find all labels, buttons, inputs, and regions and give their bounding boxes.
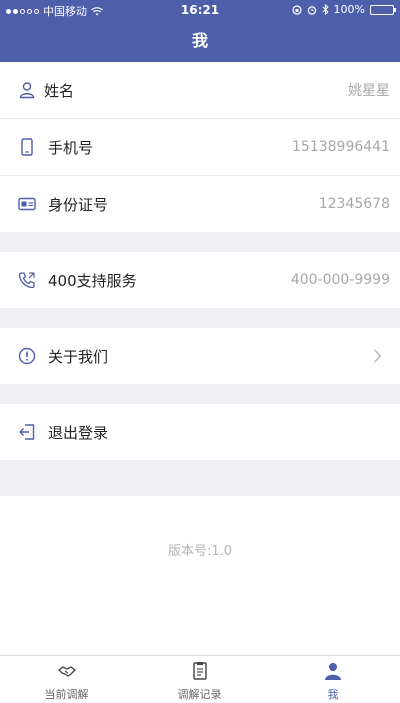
- chevron-right-icon: [374, 349, 382, 363]
- name-row: 姓名 姚星星: [0, 62, 400, 118]
- name-value: 姚星星: [348, 83, 390, 99]
- phone-label: 手机号: [48, 138, 94, 157]
- logout-row[interactable]: 退出登录: [0, 404, 400, 460]
- tab-me[interactable]: 我: [266, 656, 400, 703]
- tab-bar: 当前调解 调解记录 我: [0, 655, 400, 703]
- status-right: 100%: [291, 3, 396, 16]
- tab-label: 调解记录: [177, 688, 222, 701]
- person-outline-icon: [19, 82, 35, 99]
- support-row[interactable]: 400支持服务 400-000-9999: [0, 252, 400, 308]
- person-icon: [325, 663, 341, 680]
- version-text: 版本号:1.0: [167, 544, 233, 559]
- tab-current-mediation[interactable]: 当前调解: [0, 656, 133, 703]
- id-label: 身份证号: [48, 195, 109, 214]
- logout-icon: [19, 424, 35, 440]
- info-icon: [18, 347, 36, 365]
- battery-icon: [370, 4, 396, 15]
- status-bar: 中国移动 16:21 100%: [0, 0, 400, 20]
- phone-call-icon: [18, 272, 35, 289]
- name-label: 姓名: [44, 81, 75, 100]
- bluetooth-icon: [322, 4, 329, 15]
- records-icon: [192, 662, 207, 680]
- phone-row: 手机号 15138996441: [0, 119, 400, 175]
- id-value: 12345678: [318, 196, 390, 212]
- phone-icon: [21, 138, 33, 156]
- about-label: 关于我们: [48, 347, 109, 366]
- id-card-icon: [18, 197, 36, 211]
- tab-label: 我: [327, 688, 339, 701]
- lock-rotation-icon: [291, 4, 302, 15]
- support-value: 400-000-9999: [290, 272, 390, 288]
- phone-value: 15138996441: [292, 139, 390, 155]
- page-title: 我: [191, 31, 208, 50]
- top-header: 中国移动 16:21 100% 我: [0, 0, 400, 62]
- tab-mediation-records[interactable]: 调解记录: [133, 656, 266, 703]
- tab-label: 当前调解: [44, 688, 89, 701]
- version-area: [0, 496, 400, 655]
- support-label: 400支持服务: [48, 271, 137, 290]
- handshake-icon: [57, 666, 76, 677]
- about-row[interactable]: 关于我们: [0, 328, 400, 384]
- id-row: 身份证号 12345678: [0, 176, 400, 232]
- battery-percent: 100%: [333, 3, 365, 16]
- logout-label: 退出登录: [48, 423, 109, 442]
- alarm-icon: [307, 5, 316, 15]
